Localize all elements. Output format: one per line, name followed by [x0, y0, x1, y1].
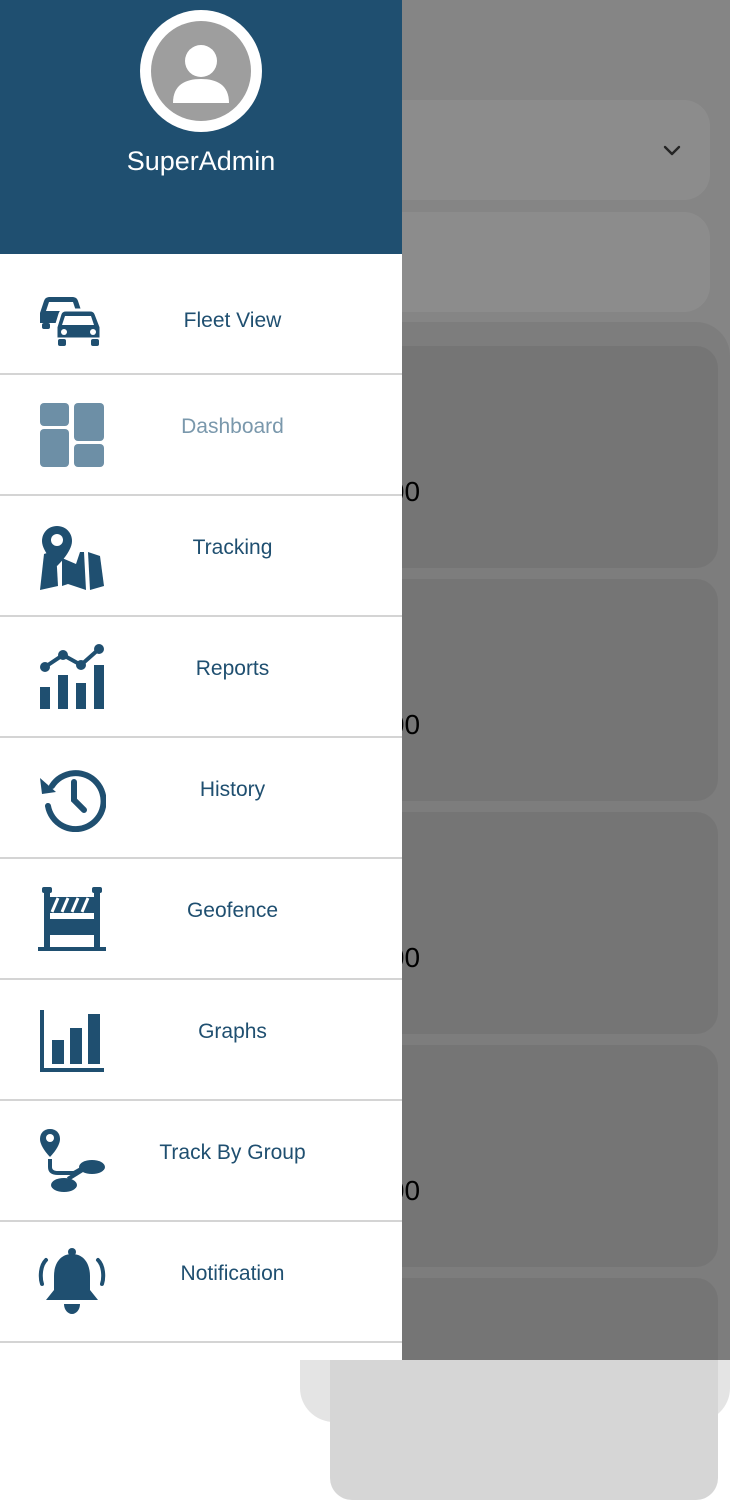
menu-item-tracking[interactable]: Tracking [0, 496, 402, 617]
user-name: SuperAdmin [126, 146, 276, 176]
bar-trend-icon [40, 644, 104, 709]
drawer-menu: Fleet View Dashboard Tracking Reports Hi… [0, 254, 402, 1343]
menu-label: Graphs [198, 1020, 267, 1043]
menu-label: Tracking [192, 536, 273, 559]
menu-item-graphs[interactable]: Graphs [0, 980, 402, 1101]
menu-item-fleet-view[interactable]: Fleet View [0, 254, 402, 375]
history-clock-icon [40, 770, 106, 832]
menu-item-track-by-group[interactable]: Track By Group [0, 1101, 402, 1222]
navigation-drawer: SuperAdmin Fleet View Dashboard Tracking… [0, 0, 402, 1360]
menu-label: Fleet View [183, 309, 282, 332]
map-pin-icon [40, 526, 104, 590]
bell-icon [38, 1248, 106, 1314]
menu-item-notification[interactable]: Notification [0, 1222, 402, 1343]
menu-label: Notification [180, 1262, 285, 1285]
menu-label: Track By Group [159, 1141, 306, 1164]
menu-label: Reports [195, 657, 270, 680]
menu-item-history[interactable]: History [0, 738, 402, 859]
menu-item-geofence[interactable]: Geofence [0, 859, 402, 980]
menu-label: Geofence [186, 899, 279, 922]
bar-chart-icon [40, 1010, 104, 1072]
avatar[interactable] [140, 10, 262, 132]
group-route-icon [40, 1129, 105, 1192]
user-avatar-icon [173, 45, 229, 103]
menu-label: Dashboard [181, 415, 284, 438]
barrier-icon [38, 887, 106, 951]
cars-icon [40, 297, 103, 346]
dashboard-tiles-icon [40, 403, 104, 467]
drawer-header: SuperAdmin [0, 0, 402, 254]
menu-item-reports[interactable]: Reports [0, 617, 402, 738]
menu-item-dashboard[interactable]: Dashboard [0, 375, 402, 496]
menu-label: History [199, 778, 266, 801]
